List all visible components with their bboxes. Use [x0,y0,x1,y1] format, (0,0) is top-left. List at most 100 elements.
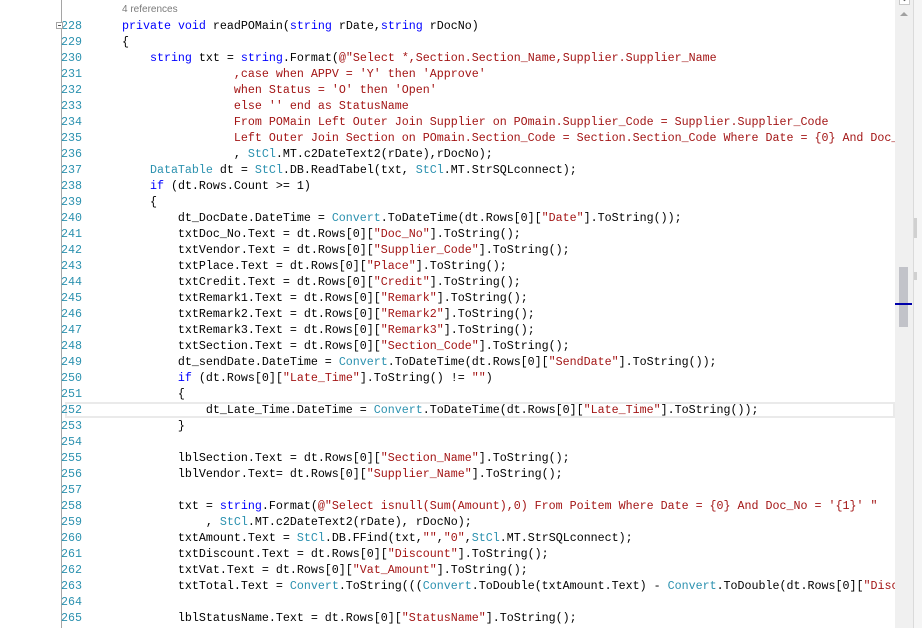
code-text: dt_sendDate.DateTime = [66,355,339,369]
code-line[interactable]: 233 else '' end as StatusName [0,98,895,114]
type-token: Convert [289,579,339,593]
type-token: StCl [247,147,276,161]
code-text: .ToDateTime(dt.Rows[0][ [387,355,549,369]
code-line[interactable]: 242 txtVendor.Text = dt.Rows[0]["Supplie… [0,242,895,258]
code-content[interactable]: txtRemark1.Text = dt.Rows[0]["Remark"].T… [66,290,895,306]
code-content[interactable]: when Status = 'O' then 'Open' [66,82,895,98]
code-content[interactable]: , StCl.MT.c2DateText2(rDate), rDocNo); [66,514,895,530]
code-content[interactable]: else '' end as StatusName [66,98,895,114]
code-content[interactable]: txtSection.Text = dt.Rows[0]["Section_Co… [66,338,895,354]
collapse-icon[interactable] [56,22,63,29]
code-line[interactable]: 243 txtPlace.Text = dt.Rows[0]["Place"].… [0,258,895,274]
code-content[interactable]: if (dt.Rows.Count >= 1) [66,178,895,194]
code-content[interactable]: , StCl.MT.c2DateText2(rDate),rDocNo); [66,146,895,162]
code-content[interactable]: { [66,386,895,402]
code-content[interactable]: txtDoc_No.Text = dt.Rows[0]["Doc_No"].To… [66,226,895,242]
code-content[interactable]: txtVendor.Text = dt.Rows[0]["Supplier_Co… [66,242,895,258]
code-line[interactable]: 263 txtTotal.Text = Convert.ToString(((C… [0,578,895,594]
code-line[interactable]: 231 ,case when APPV = 'Y' then 'Approve' [0,66,895,82]
code-text: ].ToString(); [443,307,535,321]
code-line[interactable]: 249 dt_sendDate.DateTime = Convert.ToDat… [0,354,895,370]
code-line[interactable]: 259 , StCl.MT.c2DateText2(rDate), rDocNo… [0,514,895,530]
code-content[interactable]: txtTotal.Text = Convert.ToString(((Conve… [66,578,895,594]
code-content[interactable]: string txt = string.Format(@"Select *,Se… [66,50,895,66]
code-text: dt_Late_Time.DateTime = [66,403,374,417]
code-text: { [66,35,129,49]
codelens-references[interactable]: 4 references [122,4,178,16]
code-content[interactable]: ,case when APPV = 'Y' then 'Approve' [66,66,895,82]
code-content[interactable]: DataTable dt = StCl.DB.ReadTabel(txt, St… [66,162,895,178]
scrollbar-thumb[interactable] [899,267,908,327]
code-line[interactable]: 245 txtRemark1.Text = dt.Rows[0]["Remark… [0,290,895,306]
code-content[interactable]: txtRemark2.Text = dt.Rows[0]["Remark2"].… [66,306,895,322]
code-line[interactable]: 240 dt_DocDate.DateTime = Convert.ToDate… [0,210,895,226]
code-line[interactable]: 237 DataTable dt = StCl.DB.ReadTabel(txt… [0,162,895,178]
code-text: lblVendor.Text= dt.Rows[0][ [66,467,367,481]
keyword-token: string [380,19,423,33]
code-content[interactable]: Left Outer Join Section on POmain.Sectio… [66,130,895,146]
code-line[interactable]: 228 private void readPOMain(string rDate… [0,18,895,34]
split-arrow-icon[interactable]: ↧ [899,0,910,5]
vertical-scrollbar[interactable]: ↧ [895,0,914,628]
code-text: { [66,195,157,209]
code-lines[interactable]: 228 private void readPOMain(string rDate… [0,18,895,626]
code-line[interactable]: 236 , StCl.MT.c2DateText2(rDate),rDocNo)… [0,146,895,162]
code-content[interactable]: lblStatusName.Text = dt.Rows[0]["StatusN… [66,610,895,626]
code-text: ].ToString()); [660,403,759,417]
code-content[interactable]: private void readPOMain(string rDate,str… [66,18,895,34]
code-content[interactable]: txtCredit.Text = dt.Rows[0]["Credit"].To… [66,274,895,290]
code-line[interactable]: 251 { [0,386,895,402]
code-line[interactable]: 260 txtAmount.Text = StCl.DB.FFind(txt,"… [0,530,895,546]
code-content[interactable]: txtDiscount.Text = dt.Rows[0]["Discount"… [66,546,895,562]
code-text: ].ToString()); [618,355,717,369]
code-content[interactable]: From POMain Left Outer Join Supplier on … [66,114,895,130]
code-line[interactable]: 244 txtCredit.Text = dt.Rows[0]["Credit"… [0,274,895,290]
code-line[interactable]: 248 txtSection.Text = dt.Rows[0]["Sectio… [0,338,895,354]
code-content[interactable]: txtRemark3.Text = dt.Rows[0]["Remark3"].… [66,322,895,338]
arrow-up-icon[interactable] [900,12,908,16]
code-line[interactable]: 232 when Status = 'O' then 'Open' [0,82,895,98]
code-content[interactable]: txt = string.Format(@"Select isnull(Sum(… [66,498,895,514]
code-content[interactable]: txtVat.Text = dt.Rows[0]["Vat_Amount"].T… [66,562,895,578]
line-number: 264 [61,595,82,609]
code-line[interactable]: 235 Left Outer Join Section on POmain.Se… [0,130,895,146]
code-line[interactable]: 250 if (dt.Rows[0]["Late_Time"].ToString… [0,370,895,386]
code-content[interactable]: dt_Late_Time.DateTime = Convert.ToDateTi… [66,402,895,418]
code-line[interactable]: 229 { [0,34,895,50]
code-line[interactable]: 257 [0,482,895,498]
code-text: .ToDateTime(dt.Rows[0][ [380,211,542,225]
code-content[interactable]: { [66,34,895,50]
code-content[interactable]: } [66,418,895,434]
code-text: .MT.c2DateText2(rDate), rDocNo); [247,515,472,529]
code-line[interactable]: 254 [0,434,895,450]
code-content[interactable]: if (dt.Rows[0]["Late_Time"].ToString() !… [66,370,895,386]
code-content[interactable]: dt_sendDate.DateTime = Convert.ToDateTim… [66,354,895,370]
code-line[interactable]: 247 txtRemark3.Text = dt.Rows[0]["Remark… [0,322,895,338]
code-content[interactable]: txtAmount.Text = StCl.DB.FFind(txt,"","0… [66,530,895,546]
code-line[interactable]: 256 lblVendor.Text= dt.Rows[0]["Supplier… [0,466,895,482]
code-content[interactable]: { [66,194,895,210]
code-line[interactable]: 234 From POMain Left Outer Join Supplier… [0,114,895,130]
string-token: "Disc [863,579,895,593]
code-line[interactable]: 238 if (dt.Rows.Count >= 1) [0,178,895,194]
code-line[interactable]: 261 txtDiscount.Text = dt.Rows[0]["Disco… [0,546,895,562]
code-content[interactable]: lblVendor.Text= dt.Rows[0]["Supplier_Nam… [66,466,895,482]
code-content[interactable]: lblSection.Text = dt.Rows[0]["Section_Na… [66,450,895,466]
code-line[interactable]: 253 } [0,418,895,434]
code-line[interactable]: 265 lblStatusName.Text = dt.Rows[0]["Sta… [0,610,895,626]
code-line[interactable]: 246 txtRemark2.Text = dt.Rows[0]["Remark… [0,306,895,322]
code-text: txt = [191,51,241,65]
code-line[interactable]: 264 [0,594,895,610]
code-content[interactable]: dt_DocDate.DateTime = Convert.ToDateTime… [66,210,895,226]
code-line[interactable]: 252 dt_Late_Time.DateTime = Convert.ToDa… [0,402,895,418]
code-line[interactable]: 262 txtVat.Text = dt.Rows[0]["Vat_Amount… [0,562,895,578]
code-line[interactable]: 258 txt = string.Format(@"Select isnull(… [0,498,895,514]
code-line[interactable]: 230 string txt = string.Format(@"Select … [0,50,895,66]
code-text: txtRemark2.Text = dt.Rows[0][ [66,307,381,321]
code-content[interactable]: txtPlace.Text = dt.Rows[0]["Place"].ToSt… [66,258,895,274]
keyword-token: string [289,19,332,33]
code-line[interactable]: 241 txtDoc_No.Text = dt.Rows[0]["Doc_No"… [0,226,895,242]
code-line[interactable]: 255 lblSection.Text = dt.Rows[0]["Sectio… [0,450,895,466]
code-line[interactable]: 239 { [0,194,895,210]
